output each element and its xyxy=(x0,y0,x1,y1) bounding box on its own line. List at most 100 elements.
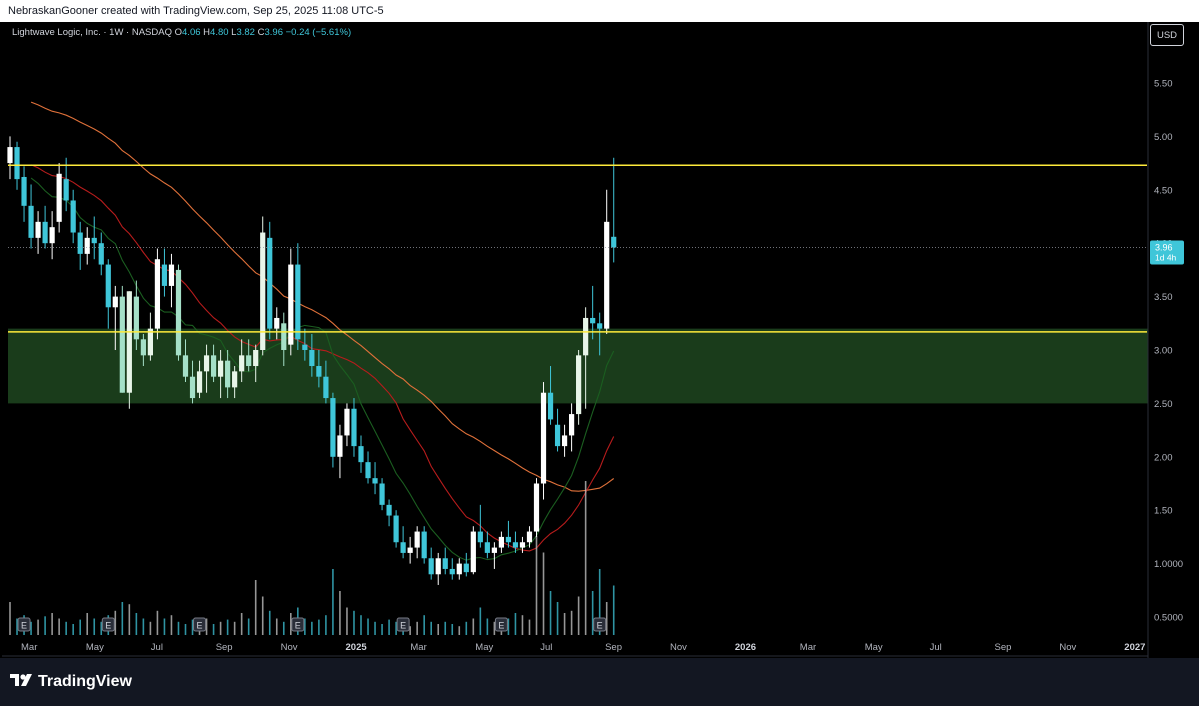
candle-body xyxy=(239,355,245,372)
volume-bar xyxy=(318,619,320,635)
volume-bar xyxy=(240,613,243,635)
volume-bar xyxy=(374,621,376,635)
time-axis-label: Sep xyxy=(216,642,233,653)
candle-body xyxy=(597,323,603,329)
volume-bar xyxy=(528,619,531,635)
earnings-marker-label: E xyxy=(498,621,504,631)
volume-bar xyxy=(388,619,390,635)
volume-bar xyxy=(479,607,482,635)
bar-countdown: 1d 4h xyxy=(1155,252,1177,262)
candle-body xyxy=(203,355,210,372)
time-axis-label: Mar xyxy=(410,642,426,653)
candle-body xyxy=(428,558,434,575)
volume-bar xyxy=(9,602,11,635)
candle-body xyxy=(547,392,554,420)
candle-body xyxy=(344,408,350,436)
candle-body xyxy=(421,531,427,559)
volume-bar xyxy=(423,615,425,635)
price-axis-label: 3.50 xyxy=(1154,292,1173,303)
candle-body xyxy=(49,227,55,244)
time-axis-label: Nov xyxy=(1059,642,1076,653)
volume-bar xyxy=(472,618,475,635)
volume-bar xyxy=(58,618,60,635)
volume-bar xyxy=(177,621,180,635)
volume-bar xyxy=(584,481,587,635)
candle-body xyxy=(98,243,104,265)
candle-body xyxy=(484,542,490,553)
volume-bar xyxy=(346,607,348,635)
candle-body xyxy=(611,236,617,248)
candle-body xyxy=(414,531,420,548)
time-axis-label: May xyxy=(86,642,104,653)
volume-bar xyxy=(135,613,138,635)
footer-bar xyxy=(0,658,1199,706)
candle-body xyxy=(161,264,168,286)
time-axis-label: Nov xyxy=(281,642,298,653)
candle-body xyxy=(288,264,294,345)
candle-body xyxy=(400,542,406,553)
tradingview-logo-text: TradingView xyxy=(38,673,132,690)
candle-body xyxy=(393,515,399,543)
volume-bar xyxy=(268,610,271,635)
candle-body xyxy=(84,237,90,254)
volume-bar xyxy=(142,618,145,635)
volume-bar xyxy=(556,602,559,635)
volume-bar xyxy=(577,596,580,635)
legend-symbol: Lightwave Logic, Inc. · 1W · NASDAQ xyxy=(12,27,172,38)
volume-bar xyxy=(465,621,468,635)
symbol-legend: Lightwave Logic, Inc. · 1W · NASDAQ O4.0… xyxy=(12,27,351,38)
volume-bar xyxy=(437,624,440,635)
time-axis-label: Mar xyxy=(800,642,816,653)
candle-body xyxy=(533,483,540,532)
candle-body xyxy=(583,317,589,356)
candle-body xyxy=(225,360,231,388)
candle-body xyxy=(302,344,308,350)
volume-bar xyxy=(514,613,517,635)
volume-bar xyxy=(521,615,524,635)
price-axis-label: 3.00 xyxy=(1154,346,1173,357)
price-chart[interactable]: EEEEEEE 5.505.004.504.003.503.002.502.00… xyxy=(0,0,1199,706)
candle-body xyxy=(35,221,41,238)
volume-bar xyxy=(128,604,131,635)
candle-body xyxy=(365,462,371,479)
candle-body xyxy=(526,531,533,543)
volume-bar xyxy=(65,621,67,635)
volume-bar xyxy=(226,619,229,635)
volume-bar xyxy=(156,610,159,635)
candle-body xyxy=(70,200,76,233)
candle-body xyxy=(323,376,329,399)
volume-bar xyxy=(212,624,215,635)
candle-body xyxy=(309,350,315,367)
candle-body xyxy=(168,264,175,286)
volume-bar xyxy=(332,569,334,635)
candle-body xyxy=(435,558,441,575)
candle-body xyxy=(337,435,343,457)
price-axis-label: 5.50 xyxy=(1154,79,1173,90)
candle-body xyxy=(604,221,610,329)
ma-long-line xyxy=(30,101,615,492)
earnings-marker-label: E xyxy=(400,621,406,631)
volume-bar xyxy=(44,616,46,635)
price-axis-label: 5.00 xyxy=(1154,132,1173,143)
volume-bar xyxy=(261,596,264,635)
volume-bar xyxy=(121,602,124,635)
candle-body xyxy=(28,205,34,238)
volume-bar xyxy=(535,536,538,635)
candle-body xyxy=(210,355,217,377)
candle-body xyxy=(274,317,280,329)
candle-body xyxy=(590,317,596,324)
volume-bar xyxy=(51,613,53,635)
time-axis-label: 2025 xyxy=(346,642,368,653)
candle-body xyxy=(442,558,448,569)
currency-button[interactable]: USD xyxy=(1150,24,1184,46)
last-price-value: 3.96 xyxy=(1155,242,1173,252)
price-axis-label: 2.00 xyxy=(1154,452,1173,463)
volume-bar xyxy=(360,615,362,635)
candle-body xyxy=(477,531,483,543)
candle-body xyxy=(175,269,182,356)
candle-body xyxy=(154,259,161,329)
volume-bar xyxy=(612,585,615,635)
volume-bar xyxy=(563,613,566,635)
candle-body xyxy=(295,264,301,340)
candle-body xyxy=(540,392,547,484)
